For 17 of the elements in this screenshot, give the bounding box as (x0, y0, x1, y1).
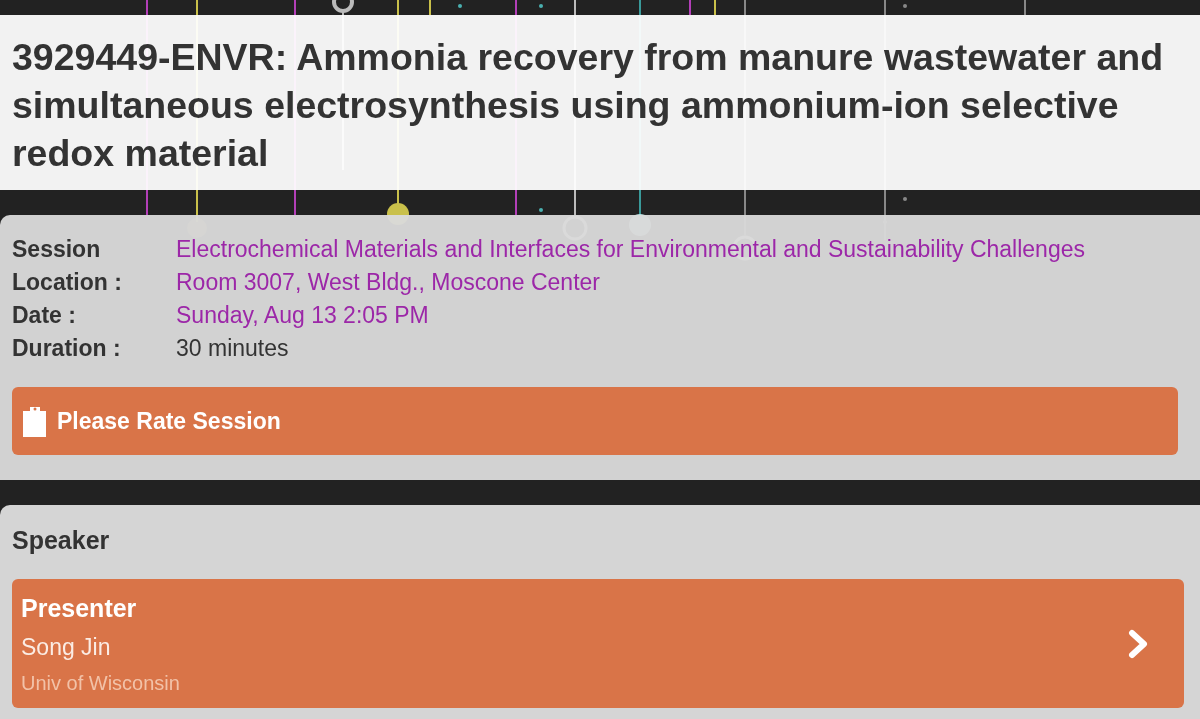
talk-title: 3929449-ENVR: Ammonia recovery from manure wastewater and simultaneous electrosynthesis using ammonium-ion selective redox material (12, 35, 1165, 176)
speaker-name: Song Jin (21, 632, 111, 661)
detail-label: Location : (12, 268, 123, 298)
detail-label: Duration : (12, 334, 122, 364)
detail-link[interactable]: Sunday, Aug 13 2:05 PM (176, 298, 429, 333)
detail-label: Date : (12, 301, 77, 331)
speaker-affiliation: Univ of Wisconsin (21, 670, 180, 695)
rate-session-button[interactable]: Please Rate Session (12, 387, 1178, 455)
detail-value: 30 minutes (176, 334, 289, 364)
section-heading: Speaker (12, 525, 111, 555)
detail-label: Session (12, 235, 102, 265)
detail-link[interactable]: Room 3007, West Bldg., Moscone Center (176, 265, 600, 300)
detail-link[interactable]: Electrochemical Materials and Interfaces for Environmental and Sustainability Challenges (176, 232, 1085, 267)
chevron-right-icon (1128, 628, 1148, 659)
clipboard-icon (23, 405, 47, 437)
presenter-card[interactable]: Presenter Song Jin Univ of Wisconsin (12, 579, 1184, 708)
speaker-role: Presenter (21, 592, 137, 623)
